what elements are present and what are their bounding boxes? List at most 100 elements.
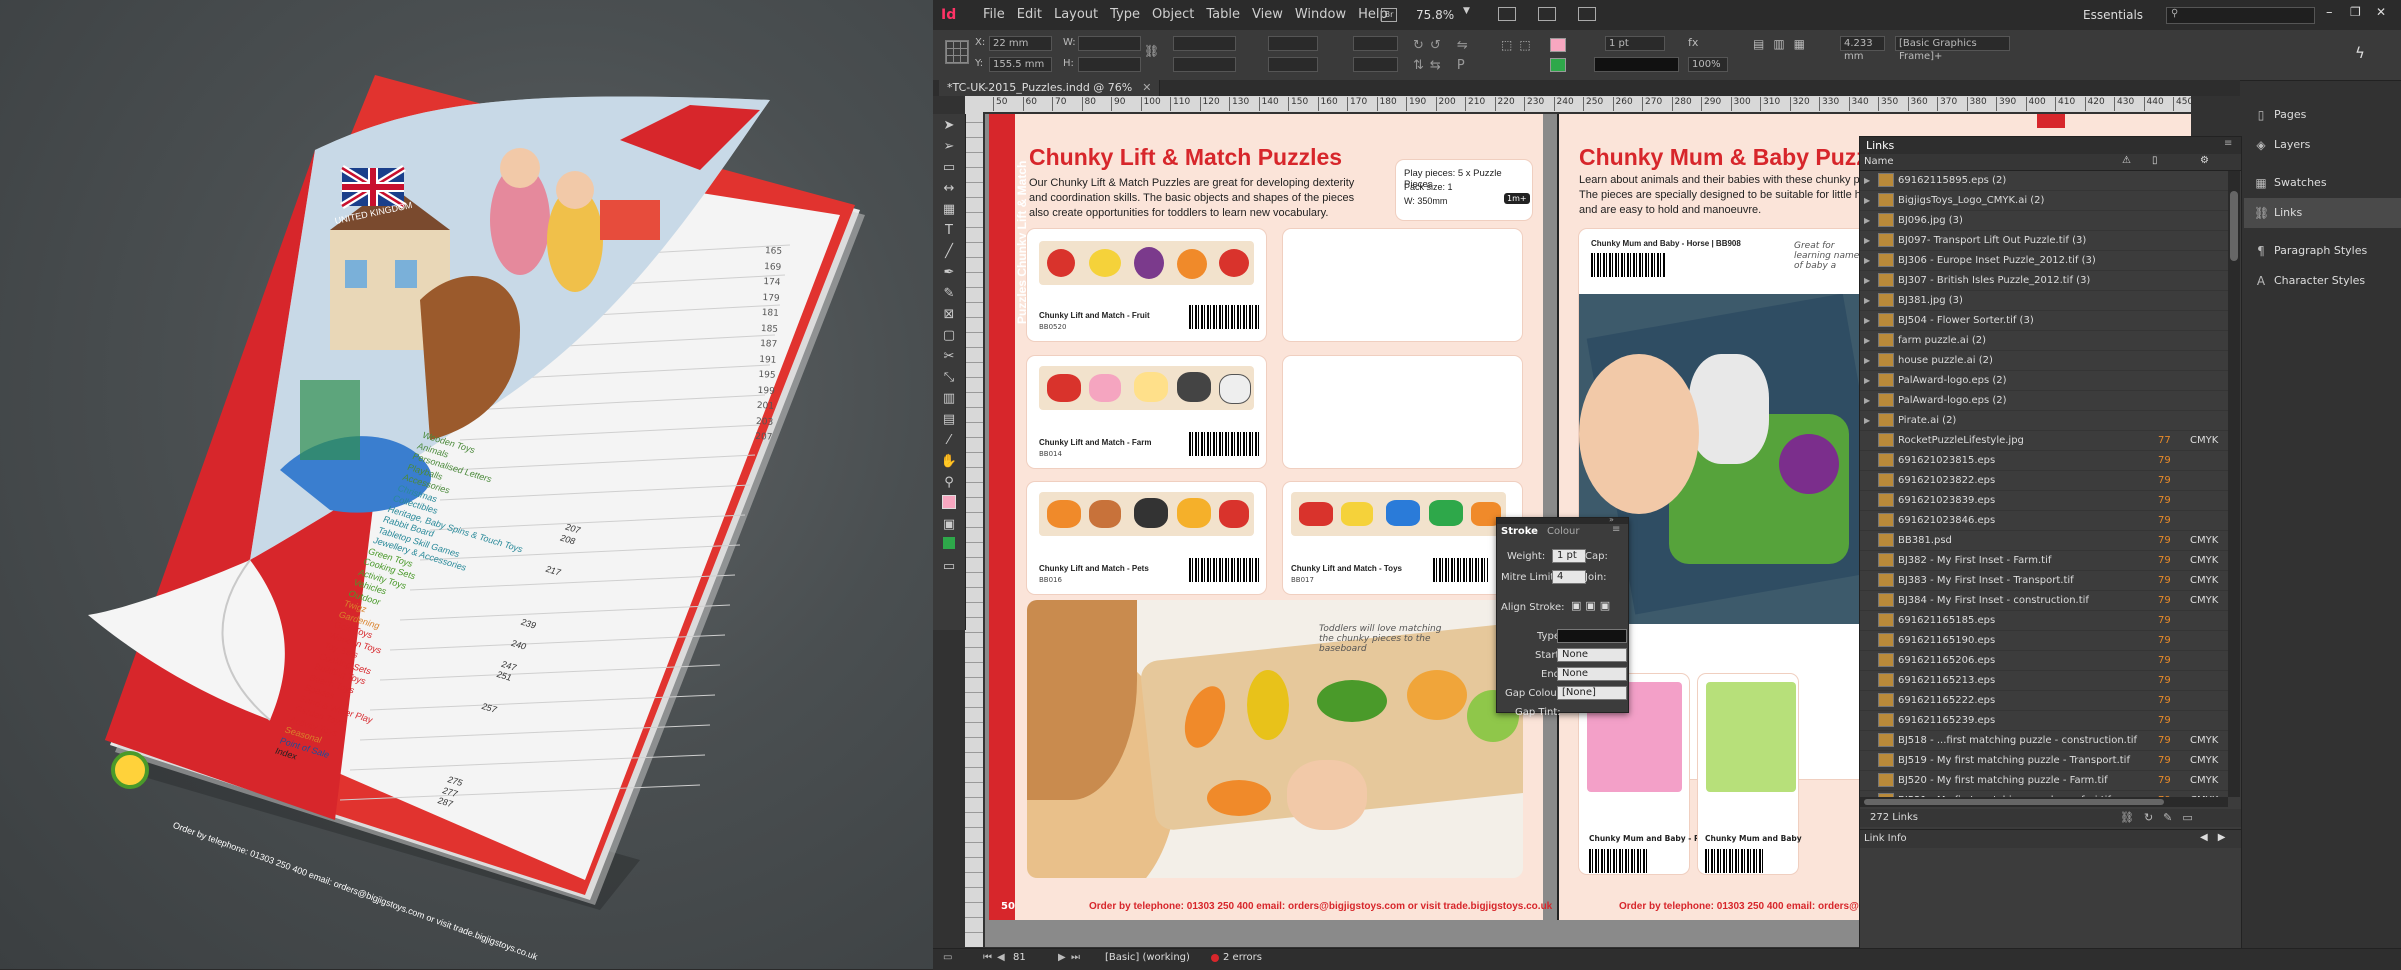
link-row[interactable]: 691621023846.eps 79 xyxy=(1860,511,2228,531)
expand-triangle-icon[interactable]: ▶ xyxy=(1864,371,1870,390)
scale-x-field[interactable] xyxy=(1173,36,1236,51)
link-row[interactable]: ▶ PalAward-logo.eps (2) xyxy=(1860,391,2228,411)
expand-triangle-icon[interactable]: ▶ xyxy=(1864,331,1870,350)
preflight-profile[interactable]: [Basic] (working) xyxy=(1105,952,1190,963)
hand-tool-icon[interactable]: ✋ xyxy=(940,453,958,471)
expand-triangle-icon[interactable]: ▶ xyxy=(1864,311,1870,330)
maximize-button[interactable]: ❐ xyxy=(2350,5,2361,19)
stroke-swatch[interactable] xyxy=(1550,58,1566,72)
link-row[interactable]: BJ384 - My First Inset - construction.ti… xyxy=(1860,591,2228,611)
dock-layers[interactable]: ◈ Layers xyxy=(2244,130,2401,160)
arrange-documents-icon[interactable] xyxy=(1578,7,1596,21)
type-tool-icon[interactable]: T xyxy=(940,222,958,240)
bridge-icon[interactable]: Br xyxy=(1381,8,1397,22)
link-page[interactable]: 79 xyxy=(2158,511,2171,530)
rotation-field[interactable] xyxy=(1268,36,1318,51)
expand-triangle-icon[interactable]: ▶ xyxy=(1864,211,1870,230)
link-row[interactable]: BB381.psd 79 CMYK xyxy=(1860,531,2228,551)
text-wrap-icons[interactable]: ▤▥▦ xyxy=(1753,37,1814,51)
ref-field-a[interactable] xyxy=(1353,36,1398,51)
type-dropdown[interactable] xyxy=(1557,629,1627,643)
object-style-field[interactable]: [Basic Graphics Frame]+ xyxy=(1895,36,2010,62)
zoom-tool-icon[interactable]: ⚲ xyxy=(940,474,958,492)
link-page[interactable]: 79 xyxy=(2158,731,2171,750)
link-row[interactable]: ▶ house puzzle.ai (2) xyxy=(1860,351,2228,371)
prev-page-icon[interactable]: ◀ xyxy=(997,952,1005,963)
link-row[interactable]: BJ520 - My first matching puzzle - Farm.… xyxy=(1860,771,2228,791)
dock-links[interactable]: ⛓ Links xyxy=(2244,198,2401,228)
menu-object[interactable]: Object xyxy=(1152,0,1194,30)
link-info-nav-icons[interactable]: ◀▶ xyxy=(2200,832,2235,843)
line-tool-icon[interactable]: ╱ xyxy=(940,243,958,261)
start-dropdown[interactable]: None xyxy=(1557,648,1627,662)
eyedropper-icon[interactable]: ⁄ xyxy=(940,432,958,450)
stroke-tab[interactable]: Stroke xyxy=(1501,526,1538,537)
panel-collapse-icon[interactable]: » xyxy=(1609,515,1614,524)
stroke-weight-field[interactable]: 1 pt xyxy=(1605,36,1665,51)
product-card-pets[interactable]: Chunky Lift and Match - Pets BB016 xyxy=(1027,482,1266,594)
link-row[interactable]: ▶ BJ504 - Flower Sorter.tif (3) xyxy=(1860,311,2228,331)
link-row[interactable]: ▶ Pirate.ai (2) xyxy=(1860,411,2228,431)
ref-field-b[interactable] xyxy=(1353,57,1398,72)
free-transform-icon[interactable]: ⤡ xyxy=(940,369,958,387)
link-page[interactable]: 79 xyxy=(2158,451,2171,470)
link-row[interactable]: RocketPuzzleLifestyle.jpg 77 CMYK xyxy=(1860,431,2228,451)
link-page[interactable]: 79 xyxy=(2158,691,2171,710)
link-row[interactable]: ▶ BJ306 - Europe Inset Puzzle_2012.tif (3… xyxy=(1860,251,2228,271)
view-options-icon[interactable] xyxy=(1498,7,1516,21)
link-row[interactable]: ▶ BigjigsToys_Logo_CMYK.ai (2) xyxy=(1860,191,2228,211)
link-page[interactable]: 77 xyxy=(2158,431,2171,450)
link-page[interactable]: 79 xyxy=(2158,571,2171,590)
miter-field[interactable]: 4 xyxy=(1552,570,1586,584)
view-mode-icon[interactable] xyxy=(940,537,958,555)
expand-triangle-icon[interactable]: ▶ xyxy=(1864,171,1870,190)
tab-close-icon[interactable]: ✕ xyxy=(1142,81,1151,94)
link-row[interactable]: 691621165185.eps 79 xyxy=(1860,611,2228,631)
first-page-icon[interactable]: ⏮ xyxy=(983,952,992,963)
expand-triangle-icon[interactable]: ▶ xyxy=(1864,251,1870,270)
gradient-tool-icon[interactable]: ▥ xyxy=(940,390,958,408)
expand-triangle-icon[interactable]: ▶ xyxy=(1864,411,1870,430)
link-row[interactable]: 691621165206.eps 79 xyxy=(1860,651,2228,671)
select-container-icons[interactable]: ⬚⬚ xyxy=(1501,38,1538,52)
reference-point-icon[interactable] xyxy=(945,40,969,64)
link-page[interactable]: 79 xyxy=(2158,611,2171,630)
link-page[interactable]: 79 xyxy=(2158,651,2171,670)
link-page[interactable]: 79 xyxy=(2158,531,2171,550)
link-page[interactable]: 79 xyxy=(2158,551,2171,570)
link-info-label[interactable]: Link Info xyxy=(1864,833,1907,844)
preflight-icon[interactable]: ▭ xyxy=(943,952,952,963)
stroke-type-field[interactable] xyxy=(1594,57,1679,72)
dock-paragraph-styles[interactable]: ¶ Paragraph Styles xyxy=(2244,236,2401,266)
links-scrollbar[interactable] xyxy=(2228,171,2240,797)
product-card-toys[interactable]: Chunky Lift and Match - Toys BB017 xyxy=(1283,482,1522,594)
menu-view[interactable]: View xyxy=(1252,0,1283,30)
weight-field[interactable]: 1 pt xyxy=(1552,549,1586,563)
error-count[interactable]: 2 errors xyxy=(1223,952,1262,963)
link-row[interactable]: 691621023822.eps 79 xyxy=(1860,471,2228,491)
x-field[interactable]: 22 mm xyxy=(989,36,1052,51)
link-row[interactable]: 691621165213.eps 79 xyxy=(1860,671,2228,691)
links-menu-icon[interactable]: ≡ xyxy=(2224,138,2232,149)
status-column-icon[interactable]: ⚠ xyxy=(2122,155,2131,166)
link-row[interactable]: 691621023839.eps 79 xyxy=(1860,491,2228,511)
last-page-icon[interactable]: ⏭ xyxy=(1071,952,1080,963)
w-field[interactable] xyxy=(1078,36,1141,51)
apply-color-icon[interactable]: ▣ xyxy=(940,516,958,534)
zoom-level[interactable]: 75.8% xyxy=(1416,8,1454,22)
colour-tab[interactable]: Colour xyxy=(1547,526,1579,537)
gap-colour-dropdown[interactable]: [None] xyxy=(1557,686,1627,700)
link-row[interactable]: BJ518 - ...first matching puzzle - const… xyxy=(1860,731,2228,751)
link-page[interactable]: 79 xyxy=(2158,631,2171,650)
link-row[interactable]: BJ519 - My first matching puzzle - Trans… xyxy=(1860,751,2228,771)
link-row[interactable]: ▶ BJ381.jpg (3) xyxy=(1860,291,2228,311)
note-tool-icon[interactable]: ▤ xyxy=(940,411,958,429)
menu-layout[interactable]: Layout xyxy=(1054,0,1098,30)
scissors-tool-icon[interactable]: ✂ xyxy=(940,348,958,366)
page-field[interactable]: 81 xyxy=(1013,952,1026,963)
constrain-proportions-icon[interactable]: ⛓ xyxy=(1144,44,1159,58)
expand-triangle-icon[interactable]: ▶ xyxy=(1864,191,1870,210)
link-row[interactable]: ▶ BJ307 - British Isles Puzzle_2012.tif (… xyxy=(1860,271,2228,291)
next-page-icon[interactable]: ▶ xyxy=(1058,952,1066,963)
fill-stroke-icon[interactable] xyxy=(940,495,958,513)
